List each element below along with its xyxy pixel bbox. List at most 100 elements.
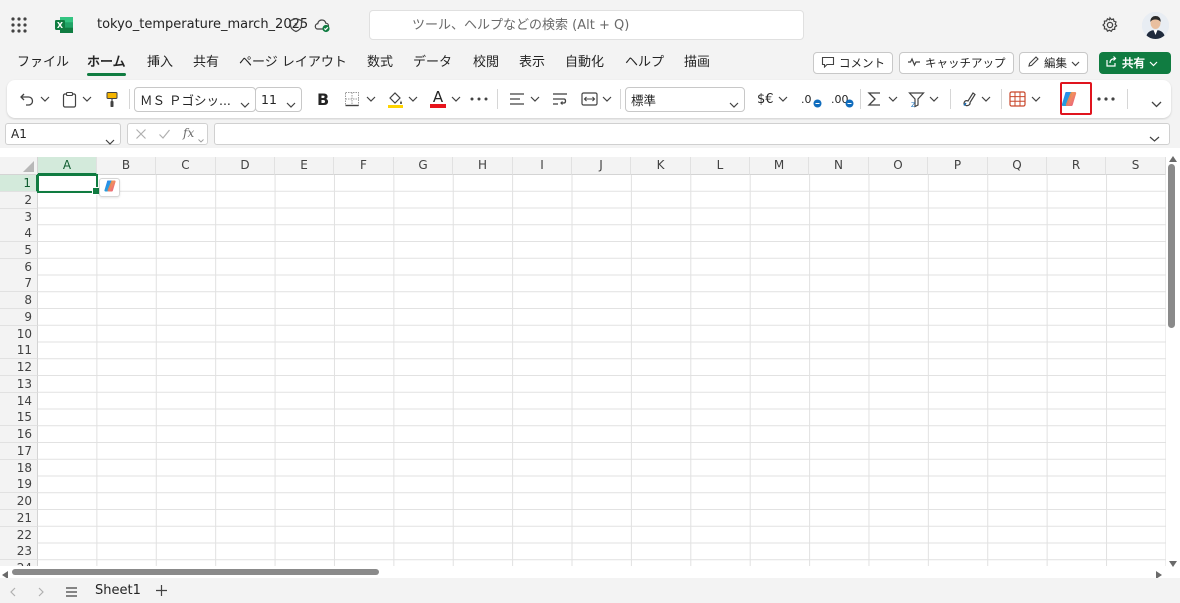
- merge-dropdown[interactable]: [602, 80, 612, 118]
- column-header-j[interactable]: J: [572, 157, 631, 175]
- cell-area[interactable]: [38, 175, 1166, 566]
- document-title[interactable]: tokyo_temperature_march_2025: [97, 17, 308, 32]
- row-header-7[interactable]: 7: [0, 275, 38, 292]
- cell-copilot-button[interactable]: [99, 178, 120, 197]
- column-header-i[interactable]: I: [513, 157, 572, 175]
- ribbon-expand-button[interactable]: [1151, 85, 1162, 123]
- column-header-h[interactable]: H: [453, 157, 513, 175]
- currency-dropdown[interactable]: [778, 80, 788, 118]
- row-header-20[interactable]: 20: [0, 493, 38, 510]
- cloud-saved-icon[interactable]: [313, 17, 331, 33]
- cell-styles-dropdown[interactable]: [1031, 80, 1041, 118]
- copilot-button[interactable]: [1059, 80, 1079, 118]
- column-header-c[interactable]: C: [156, 157, 216, 175]
- bold-button[interactable]: B: [317, 80, 329, 118]
- tab-page-layout[interactable]: ページ レイアウト: [239, 54, 347, 76]
- merge-cells-button[interactable]: [581, 80, 598, 118]
- font-color-dropdown[interactable]: [451, 80, 461, 118]
- search-box[interactable]: [369, 10, 804, 40]
- font-color-button[interactable]: A: [430, 80, 446, 118]
- row-header-12[interactable]: 12: [0, 359, 38, 376]
- cell-styles-button[interactable]: [1009, 80, 1026, 118]
- borders-button[interactable]: [344, 80, 360, 118]
- number-format-dropdown[interactable]: 標準: [625, 87, 745, 112]
- vertical-scroll-thumb[interactable]: [1168, 164, 1175, 328]
- row-header-15[interactable]: 15: [0, 409, 38, 426]
- editing-mode-button[interactable]: 編集: [1019, 52, 1088, 74]
- undo-dropdown[interactable]: [40, 80, 50, 118]
- font-size-dropdown[interactable]: 11: [255, 87, 302, 112]
- catchup-button[interactable]: キャッチアップ: [899, 52, 1014, 74]
- column-header-p[interactable]: P: [928, 157, 988, 175]
- row-header-1[interactable]: 1: [0, 175, 38, 192]
- decrease-decimal-button[interactable]: .00: [831, 80, 854, 118]
- name-box[interactable]: A1: [5, 123, 121, 145]
- row-header-22[interactable]: 22: [0, 527, 38, 544]
- column-header-e[interactable]: E: [275, 157, 334, 175]
- tab-draw[interactable]: 描画: [684, 54, 710, 76]
- row-header-18[interactable]: 18: [0, 460, 38, 477]
- more-commands-button[interactable]: [1097, 80, 1115, 118]
- tab-view[interactable]: 表示: [519, 54, 545, 76]
- row-header-8[interactable]: 8: [0, 292, 38, 309]
- row-header-10[interactable]: 10: [0, 326, 38, 343]
- previous-sheet-icon[interactable]: [9, 586, 16, 600]
- autosum-dropdown[interactable]: [888, 80, 898, 118]
- autosum-button[interactable]: [867, 80, 882, 118]
- tab-data[interactable]: データ: [413, 54, 452, 76]
- chevron-down-icon[interactable]: [1149, 131, 1160, 145]
- next-sheet-icon[interactable]: [38, 586, 45, 600]
- column-header-o[interactable]: O: [869, 157, 928, 175]
- format-painter-button[interactable]: [105, 80, 119, 118]
- horizontal-scrollbar[interactable]: [0, 566, 1166, 579]
- tab-insert[interactable]: 挿入: [147, 54, 173, 76]
- row-header-9[interactable]: 9: [0, 309, 38, 326]
- align-button[interactable]: [509, 80, 525, 118]
- fill-color-dropdown[interactable]: [408, 80, 418, 118]
- search-input[interactable]: [370, 11, 803, 39]
- select-all-corner[interactable]: [0, 157, 38, 175]
- borders-dropdown[interactable]: [366, 80, 376, 118]
- row-header-19[interactable]: 19: [0, 476, 38, 493]
- row-header-6[interactable]: 6: [0, 259, 38, 276]
- row-header-14[interactable]: 14: [0, 393, 38, 410]
- spreadsheet-grid[interactable]: A B C D E F G H I J K L M N O P Q R S 1 …: [0, 148, 1166, 566]
- row-header-2[interactable]: 2: [0, 192, 38, 209]
- tab-share[interactable]: 共有: [193, 54, 219, 76]
- row-header-4[interactable]: 4: [0, 225, 38, 242]
- row-header-16[interactable]: 16: [0, 426, 38, 443]
- share-button[interactable]: 共有: [1099, 52, 1171, 74]
- row-header-5[interactable]: 5: [0, 242, 38, 259]
- column-header-q[interactable]: Q: [988, 157, 1047, 175]
- column-header-s[interactable]: S: [1106, 157, 1166, 175]
- confirm-icon[interactable]: [158, 128, 171, 143]
- paste-dropdown[interactable]: [82, 80, 92, 118]
- column-header-m[interactable]: M: [750, 157, 809, 175]
- column-header-b[interactable]: B: [97, 157, 156, 175]
- shield-icon[interactable]: ?: [288, 17, 304, 33]
- insert-function-button[interactable]: fx: [183, 126, 194, 140]
- tab-home[interactable]: ホーム: [87, 54, 126, 76]
- column-header-r[interactable]: R: [1047, 157, 1106, 175]
- comment-button[interactable]: コメント: [813, 52, 893, 74]
- row-header-21[interactable]: 21: [0, 510, 38, 527]
- column-header-f[interactable]: F: [334, 157, 394, 175]
- settings-icon[interactable]: [1101, 16, 1119, 34]
- fill-color-button[interactable]: [387, 80, 404, 118]
- cancel-icon[interactable]: [135, 128, 147, 143]
- tab-review[interactable]: 校閲: [473, 54, 499, 76]
- currency-format-button[interactable]: $€: [757, 80, 774, 118]
- scroll-down-icon[interactable]: [1169, 556, 1177, 570]
- app-launcher-icon[interactable]: [11, 17, 27, 33]
- column-header-g[interactable]: G: [394, 157, 453, 175]
- wrap-text-button[interactable]: [552, 80, 568, 118]
- sort-filter-dropdown[interactable]: [929, 80, 939, 118]
- clear-formatting-button[interactable]: [961, 80, 977, 118]
- column-header-l[interactable]: L: [691, 157, 750, 175]
- scroll-up-icon[interactable]: [1169, 151, 1177, 165]
- undo-button[interactable]: [19, 80, 35, 118]
- column-header-k[interactable]: K: [631, 157, 691, 175]
- row-header-13[interactable]: 13: [0, 376, 38, 393]
- row-header-11[interactable]: 11: [0, 342, 38, 359]
- row-header-23[interactable]: 23: [0, 543, 38, 560]
